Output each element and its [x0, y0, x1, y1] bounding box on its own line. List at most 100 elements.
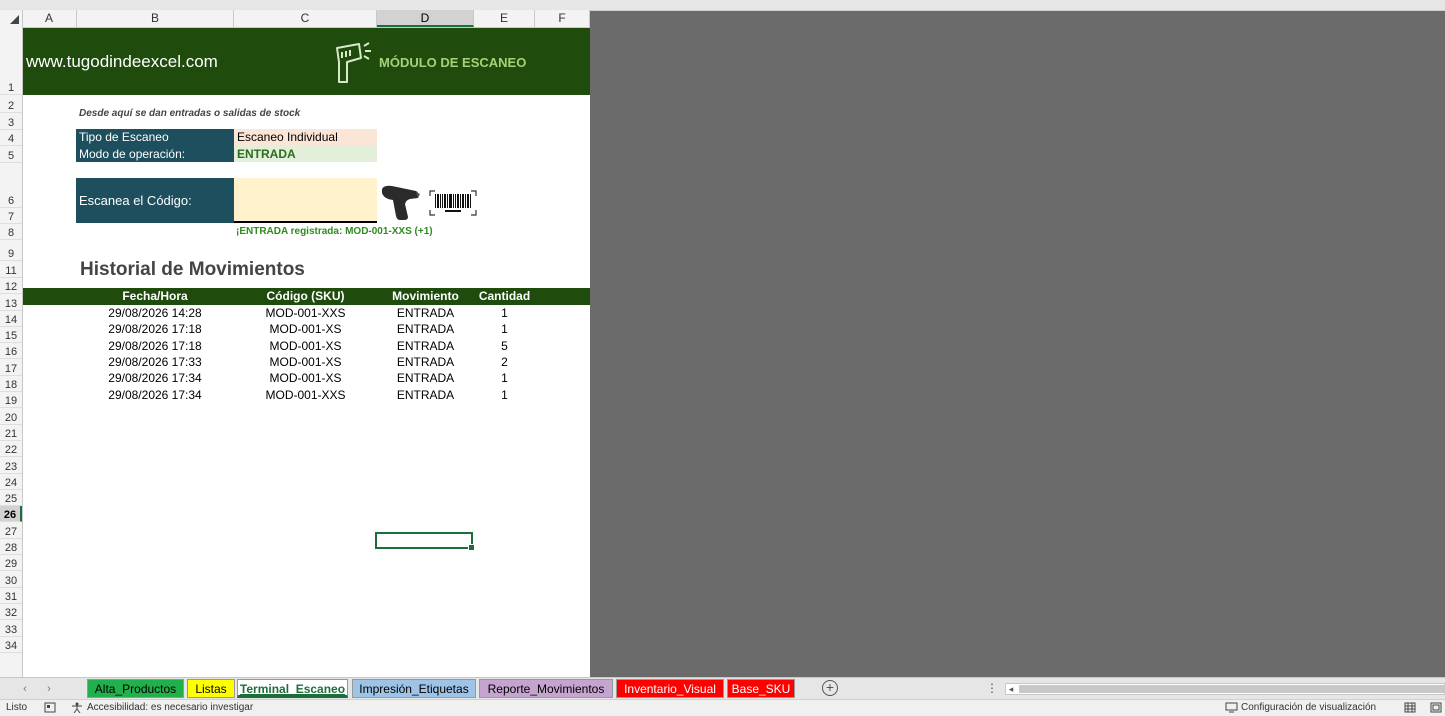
row-header-8[interactable]: 8 — [0, 224, 22, 240]
worksheet[interactable]: www.tugodindeexcel.com MÓDULO DE ESCANEO… — [23, 28, 590, 677]
module-title: MÓDULO DE ESCANEO — [379, 55, 527, 70]
active-cell-d26[interactable] — [375, 532, 475, 551]
cell-fecha-hora[interactable]: 29/08/2026 17:33 — [76, 354, 234, 370]
view-settings[interactable]: Configuración de visualización — [1241, 702, 1376, 713]
select-all-button[interactable] — [0, 10, 23, 27]
history-table-header: Fecha/Hora Código (SKU) Movimiento Canti… — [23, 288, 590, 305]
scrollbar-thumb[interactable] — [1019, 685, 1445, 693]
cell-fecha-hora[interactable]: 29/08/2026 17:18 — [76, 338, 234, 354]
row-header-21[interactable]: 21 — [0, 425, 22, 441]
cell-fecha-hora[interactable]: 29/08/2026 17:18 — [76, 321, 234, 337]
cell-movimiento[interactable]: ENTRADA — [377, 387, 474, 403]
column-header-e[interactable]: E — [474, 10, 535, 27]
display-settings-icon[interactable] — [1225, 702, 1238, 713]
cell-movimiento[interactable]: ENTRADA — [377, 321, 474, 337]
row-header-6[interactable]: 6 — [0, 163, 22, 208]
barcode-icon — [429, 190, 477, 216]
column-header-a[interactable]: A — [22, 10, 77, 27]
row-header-29[interactable]: 29 — [0, 555, 22, 572]
row-header-14[interactable]: 14 — [0, 311, 22, 327]
row-header-28[interactable]: 28 — [0, 539, 22, 556]
column-codigo-sku: Código (SKU) — [266, 289, 345, 303]
row-header-11[interactable]: 11 — [0, 261, 22, 278]
sheet-tab-alta-productos[interactable]: Alta_Productos — [87, 679, 184, 698]
macro-record-icon[interactable] — [44, 702, 56, 713]
row-header-31[interactable]: 31 — [0, 588, 22, 604]
row-header-24[interactable]: 24 — [0, 474, 22, 490]
cell-cantidad[interactable]: 1 — [474, 370, 535, 386]
sheet-tab-impresi-n-etiquetas[interactable]: Impresión_Etiquetas — [352, 679, 476, 698]
cell-codigo-sku[interactable]: MOD-001-XS — [234, 354, 377, 370]
table-row: 29/08/2026 17:34 MOD-001-XS ENTRADA 1 — [23, 370, 590, 386]
row-header-18[interactable]: 18 — [0, 376, 22, 393]
accessibility-status[interactable]: Accesibilidad: es necesario investigar — [87, 702, 253, 713]
normal-view-icon[interactable] — [1404, 702, 1416, 713]
row-header-7[interactable]: 7 — [0, 208, 22, 224]
accessibility-icon[interactable] — [71, 702, 83, 713]
sheet-tab-bar: ‹ › Alta_Productos Listas Terminal_Escaneo… — [0, 677, 1445, 700]
row-header-5[interactable]: 5 — [0, 146, 22, 163]
subtitle: Desde aquí se dan entradas o salidas de … — [79, 108, 301, 119]
cell-movimiento[interactable]: ENTRADA — [377, 338, 474, 354]
row-header-15[interactable]: 15 — [0, 327, 22, 344]
row-header-26[interactable]: 26 — [0, 506, 22, 523]
scan-type-dropdown[interactable]: Escaneo Individual — [234, 129, 377, 146]
sheet-tab-listas[interactable]: Listas — [187, 679, 235, 698]
cell-cantidad[interactable]: 5 — [474, 338, 535, 354]
cell-movimiento[interactable]: ENTRADA — [377, 305, 474, 321]
row-header-33[interactable]: 33 — [0, 620, 22, 637]
cell-fecha-hora[interactable]: 29/08/2026 17:34 — [76, 387, 234, 403]
row-header-22[interactable]: 22 — [0, 441, 22, 458]
column-header-d[interactable]: D — [377, 10, 474, 27]
cell-codigo-sku[interactable]: MOD-001-XS — [234, 321, 377, 337]
column-header-c[interactable]: C — [234, 10, 377, 27]
cell-cantidad[interactable]: 1 — [474, 321, 535, 337]
sheet-tab-inventario-visual[interactable]: Inventario_Visual — [616, 679, 724, 698]
column-cantidad: Cantidad — [478, 289, 531, 303]
cell-movimiento[interactable]: ENTRADA — [377, 370, 474, 386]
sheet-tab-base-sku[interactable]: Base_SKU — [727, 679, 795, 698]
tab-scroll-right-icon[interactable]: › — [42, 681, 56, 697]
tab-scroll-left-icon[interactable]: ‹ — [18, 681, 32, 697]
row-header-30[interactable]: 30 — [0, 571, 22, 588]
row-header-12[interactable]: 12 — [0, 278, 22, 295]
sheet-tab-reporte-movimientos[interactable]: Reporte_Movimientos — [479, 679, 613, 698]
row-header-20[interactable]: 20 — [0, 408, 22, 425]
row-header-32[interactable]: 32 — [0, 604, 22, 621]
column-header-f[interactable]: F — [535, 10, 590, 27]
cell-codigo-sku[interactable]: MOD-001-XS — [234, 370, 377, 386]
cell-fecha-hora[interactable]: 29/08/2026 14:28 — [76, 305, 234, 321]
add-sheet-icon[interactable]: + — [822, 680, 838, 696]
row-header-34[interactable]: 34 — [0, 637, 22, 653]
cell-movimiento[interactable]: ENTRADA — [377, 354, 474, 370]
scan-code-input[interactable] — [234, 178, 377, 223]
row-header-3[interactable]: 3 — [0, 113, 22, 130]
cell-cantidad[interactable]: 1 — [474, 305, 535, 321]
column-header-b[interactable]: B — [77, 10, 234, 27]
operation-mode-dropdown[interactable]: ENTRADA — [234, 146, 377, 162]
scroll-left-arrow-icon[interactable]: ◂ — [1005, 683, 1017, 695]
cell-codigo-sku[interactable]: MOD-001-XXS — [234, 387, 377, 403]
cell-codigo-sku[interactable]: MOD-001-XS — [234, 338, 377, 354]
more-options-icon[interactable]: ⋮ — [986, 681, 998, 695]
row-header-27[interactable]: 27 — [0, 523, 22, 539]
row-header-25[interactable]: 25 — [0, 490, 22, 507]
table-row: 29/08/2026 17:34 MOD-001-XXS ENTRADA 1 — [23, 387, 590, 403]
page-layout-view-icon[interactable] — [1430, 702, 1442, 713]
row-header-2[interactable]: 2 — [0, 95, 22, 113]
status-message: ¡ENTRADA registrada: MOD-001-XXS (+1) — [236, 226, 433, 237]
row-header-17[interactable]: 17 — [0, 360, 22, 376]
row-header-1[interactable]: 1 — [0, 28, 22, 95]
row-header-13[interactable]: 13 — [0, 294, 22, 311]
cell-cantidad[interactable]: 2 — [474, 354, 535, 370]
row-header-19[interactable]: 19 — [0, 392, 22, 409]
cell-fecha-hora[interactable]: 29/08/2026 17:34 — [76, 370, 234, 386]
cell-cantidad[interactable]: 1 — [474, 387, 535, 403]
table-row: 29/08/2026 17:18 MOD-001-XS ENTRADA 5 — [23, 338, 590, 354]
cell-codigo-sku[interactable]: MOD-001-XXS — [234, 305, 377, 321]
row-header-4[interactable]: 4 — [0, 130, 22, 146]
row-header-9[interactable]: 9 — [0, 240, 22, 261]
sheet-tab-terminal-escaneo[interactable]: Terminal_Escaneo — [237, 679, 348, 698]
row-header-23[interactable]: 23 — [0, 457, 22, 474]
row-header-16[interactable]: 16 — [0, 343, 22, 360]
